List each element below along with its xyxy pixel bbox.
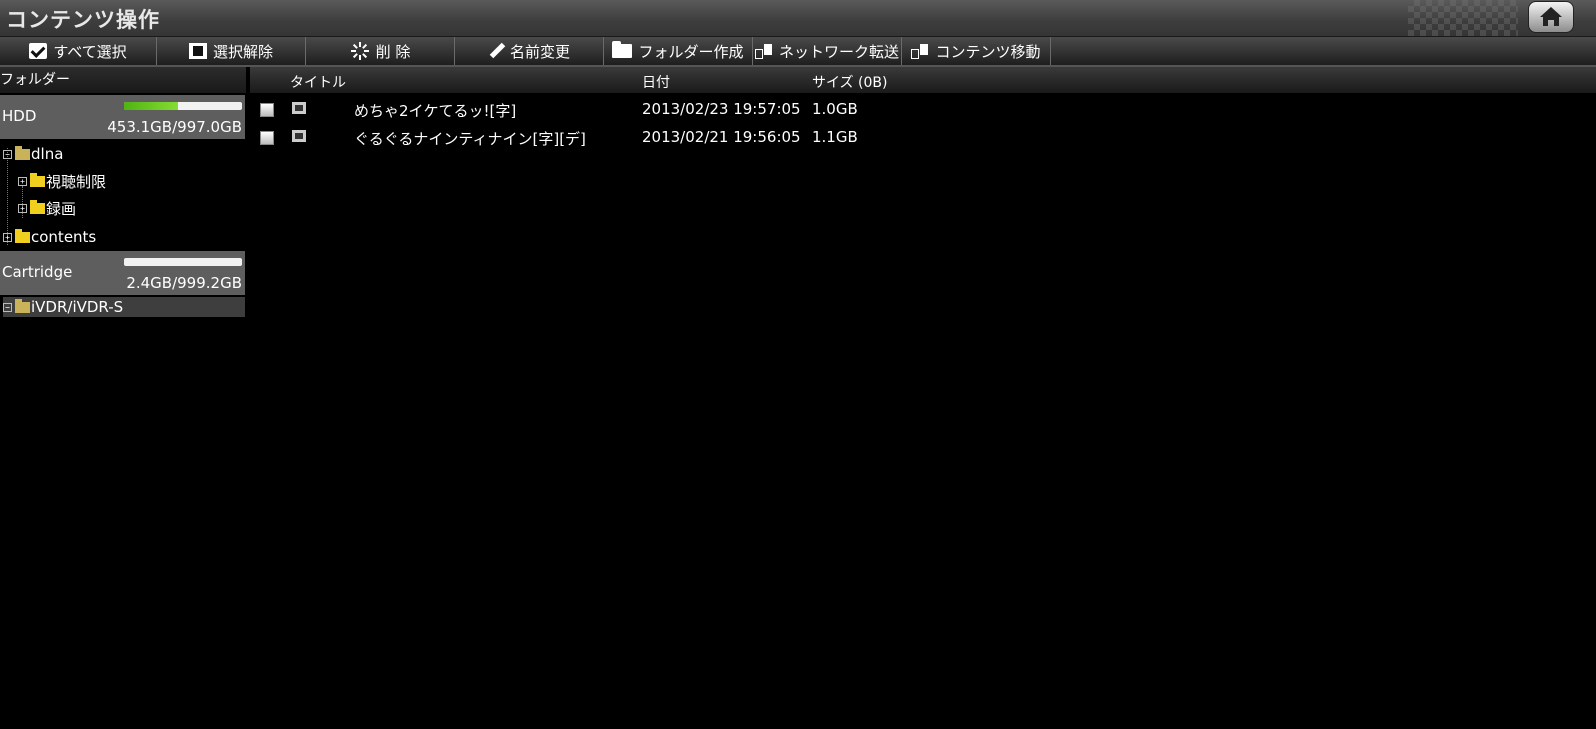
tree-label: dlna bbox=[31, 145, 64, 163]
app-title: コンテンツ操作 bbox=[6, 8, 160, 32]
expand-toggle[interactable]: + bbox=[18, 203, 27, 213]
row-checkbox[interactable] bbox=[260, 131, 274, 145]
folder-open-icon bbox=[15, 145, 30, 160]
tree-item-contents[interactable]: + contents bbox=[3, 227, 96, 247]
rename-label: 名前変更 bbox=[509, 42, 570, 61]
folder-icon bbox=[30, 199, 45, 214]
column-header-date[interactable]: 日付 bbox=[642, 72, 670, 92]
table-row[interactable]: めちゃ2イケてるッ![字] 2013/02/23 19:57:05 1.0GB bbox=[250, 96, 1596, 122]
tree-item-ivdr[interactable]: − iVDR/iVDR-S bbox=[3, 297, 245, 317]
folder-icon bbox=[15, 228, 30, 243]
drive-hdd[interactable]: HDD 453.1GB/997.0GB bbox=[0, 95, 245, 139]
usage-bar bbox=[124, 102, 242, 110]
row-checkbox[interactable] bbox=[260, 103, 274, 117]
table-row[interactable]: ぐるぐるナインティナイン[字][デ] 2013/02/21 19:56:05 1… bbox=[250, 124, 1596, 150]
folder-open-icon bbox=[15, 298, 30, 313]
tree-item-restriction[interactable]: + 視聴制限 bbox=[18, 171, 106, 191]
network-transfer-label: ネットワーク転送 bbox=[778, 42, 899, 61]
sidebar-header: フォルダー bbox=[0, 67, 246, 93]
tree-label: 視聴制限 bbox=[46, 172, 107, 191]
drive-cartridge[interactable]: Cartridge 2.4GB/999.2GB bbox=[0, 251, 245, 295]
drive-name: Cartridge bbox=[2, 263, 73, 281]
pencil-icon bbox=[488, 43, 504, 59]
row-date: 2013/02/23 19:57:05 bbox=[642, 100, 801, 118]
tree-label: contents bbox=[31, 228, 97, 246]
create-folder-label: フォルダー作成 bbox=[638, 42, 744, 61]
deselect-button[interactable]: 選択解除 bbox=[157, 37, 306, 65]
usage-bar bbox=[124, 258, 242, 266]
list-header: タイトル 日付 サイズ (0B) bbox=[250, 67, 1596, 93]
row-size: 1.0GB bbox=[812, 100, 858, 118]
folder-icon bbox=[30, 172, 45, 187]
row-date: 2013/02/21 19:56:05 bbox=[642, 128, 801, 146]
expand-toggle[interactable]: + bbox=[3, 232, 12, 242]
title-bar: コンテンツ操作 bbox=[0, 0, 1596, 37]
decorative-pattern bbox=[1408, 0, 1518, 36]
deselect-label: 選択解除 bbox=[212, 42, 273, 61]
folder-sidebar: フォルダー HDD 453.1GB/997.0GB − dlna + 視聴制限 … bbox=[0, 67, 246, 729]
select-all-button[interactable]: すべて選択 bbox=[0, 37, 157, 65]
film-icon bbox=[292, 130, 306, 142]
tree-label: 録画 bbox=[46, 199, 77, 218]
select-all-label: すべて選択 bbox=[53, 42, 127, 61]
network-transfer-button[interactable]: ネットワーク転送 bbox=[753, 37, 902, 65]
delete-label: 削 除 bbox=[375, 42, 411, 61]
spinner-icon bbox=[350, 41, 370, 61]
collapse-toggle[interactable]: − bbox=[3, 149, 12, 159]
content-list: タイトル 日付 サイズ (0B) めちゃ2イケてるッ![字] 2013/02/2… bbox=[250, 67, 1596, 729]
toolbar: すべて選択 選択解除 削 除 名前変更 フォルダー作成 ネットワーク転送 コンテ… bbox=[0, 37, 1596, 67]
home-icon bbox=[1540, 7, 1562, 26]
row-title: ぐるぐるナインティナイン[字][デ] bbox=[354, 130, 586, 148]
square-icon bbox=[188, 43, 207, 59]
rename-button[interactable]: 名前変更 bbox=[455, 37, 604, 65]
home-button[interactable] bbox=[1528, 1, 1574, 33]
tree-label: iVDR/iVDR-S bbox=[31, 298, 124, 316]
column-header-size[interactable]: サイズ (0B) bbox=[812, 72, 887, 92]
film-icon bbox=[292, 102, 306, 114]
column-header-title[interactable]: タイトル bbox=[290, 72, 346, 92]
drive-capacity: 453.1GB/997.0GB bbox=[107, 118, 242, 136]
devices-icon bbox=[911, 43, 929, 59]
tree-item-recording[interactable]: + 録画 bbox=[18, 198, 76, 218]
delete-button[interactable]: 削 除 bbox=[306, 37, 455, 65]
row-size: 1.1GB bbox=[812, 128, 858, 146]
create-folder-button[interactable]: フォルダー作成 bbox=[604, 37, 753, 65]
collapse-toggle[interactable]: − bbox=[3, 302, 12, 312]
usage-bar-fill bbox=[124, 102, 178, 110]
devices-icon bbox=[754, 43, 773, 59]
expand-toggle[interactable]: + bbox=[18, 176, 27, 186]
move-contents-label: コンテンツ移動 bbox=[935, 42, 1041, 61]
move-contents-button[interactable]: コンテンツ移動 bbox=[902, 37, 1051, 65]
tree-item-dlna[interactable]: − dlna bbox=[3, 144, 63, 164]
folder-icon bbox=[612, 41, 633, 58]
drive-capacity: 2.4GB/999.2GB bbox=[126, 274, 242, 292]
row-title: めちゃ2イケてるッ![字] bbox=[354, 102, 517, 120]
check-icon bbox=[29, 43, 48, 59]
drive-name: HDD bbox=[2, 107, 37, 125]
